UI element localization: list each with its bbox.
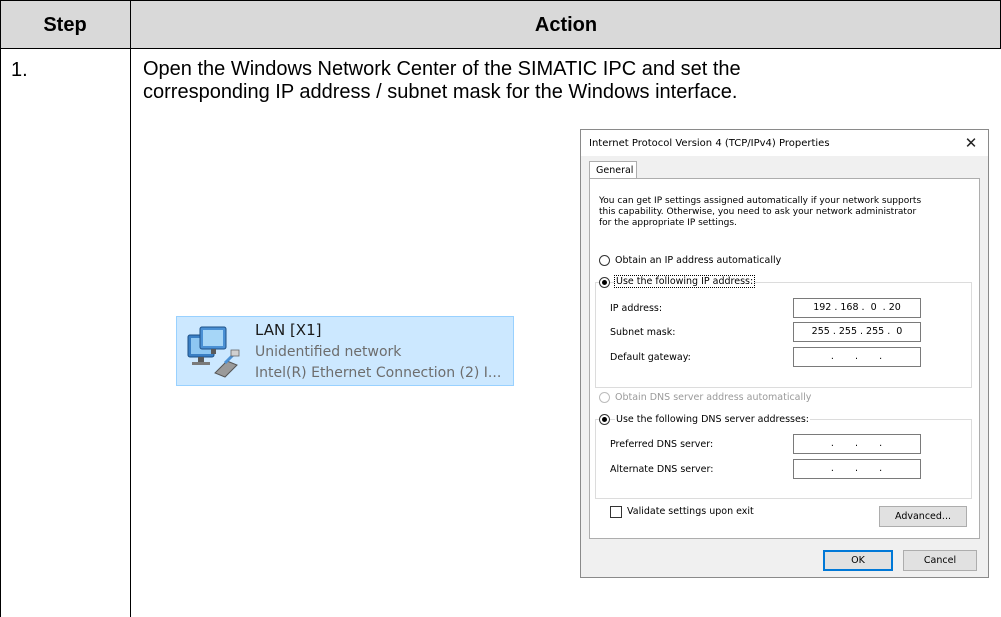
obtain-ip-auto-label[interactable]: Obtain an IP address automatically — [615, 255, 781, 266]
dialog-title-bar[interactable]: Internet Protocol Version 4 (TCP/IPv4) P… — [581, 130, 988, 156]
column-header-action: Action — [534, 14, 598, 36]
step-number: 1. — [11, 59, 28, 81]
ip-address-field[interactable]: 192 . 168 . 0 . 20 — [793, 298, 921, 318]
adapter-device-name: Intel(R) Ethernet Connection (2) I... — [255, 365, 502, 381]
use-following-ip-label[interactable]: Use the following IP address: — [613, 275, 756, 288]
column-header-step: Step — [43, 14, 87, 36]
advanced-button[interactable]: Advanced... — [879, 506, 967, 527]
validate-settings-checkbox[interactable] — [610, 506, 622, 518]
cancel-button[interactable]: Cancel — [903, 550, 977, 571]
default-gateway-field[interactable]: . . . — [793, 347, 921, 367]
default-gateway-label: Default gateway: — [610, 352, 691, 363]
dialog-title: Internet Protocol Version 4 (TCP/IPv4) P… — [589, 138, 830, 149]
close-icon[interactable]: ✕ — [960, 132, 982, 154]
obtain-dns-auto-label[interactable]: Obtain DNS server address automatically — [615, 392, 811, 403]
table-border-left — [0, 0, 1, 617]
alternate-dns-label: Alternate DNS server: — [610, 464, 714, 475]
ok-button[interactable]: OK — [823, 550, 893, 571]
ip-address-label: IP address: — [610, 303, 663, 314]
tab-general-label: General — [596, 165, 634, 176]
preferred-dns-field[interactable]: . . . — [793, 434, 921, 454]
alternate-dns-field[interactable]: . . . — [793, 459, 921, 479]
obtain-ip-auto-radio[interactable] — [599, 255, 610, 266]
lan-adapter-tile[interactable]: LAN [X1] Unidentified network Intel(R) E… — [176, 316, 514, 386]
tab-general[interactable]: General — [589, 161, 637, 179]
instruction-line-1: Open the Windows Network Center of the S… — [143, 58, 741, 80]
network-adapter-icon — [185, 323, 243, 381]
table-column-divider — [130, 0, 131, 617]
instruction-line-2: corresponding IP address / subnet mask f… — [143, 81, 738, 103]
ipv4-properties-dialog: Internet Protocol Version 4 (TCP/IPv4) P… — [580, 129, 989, 578]
table-header: Step Action — [0, 0, 1001, 49]
use-following-dns-radio[interactable] — [599, 414, 610, 425]
adapter-name: LAN [X1] — [255, 321, 322, 339]
use-following-dns-label[interactable]: Use the following DNS server addresses: — [615, 414, 810, 425]
subnet-mask-field[interactable]: 255 . 255 . 255 . 0 — [793, 322, 921, 342]
step-instruction: Open the Windows Network Center of the S… — [143, 58, 863, 104]
adapter-network-status: Unidentified network — [255, 344, 402, 360]
description-line-3: for the appropriate IP settings. — [599, 218, 737, 228]
description-line-2: this capability. Otherwise, you need to … — [599, 207, 917, 217]
dialog-description: You can get IP settings assigned automat… — [599, 196, 979, 229]
validate-settings-label[interactable]: Validate settings upon exit — [627, 506, 754, 517]
use-following-ip-radio[interactable] — [599, 277, 610, 288]
preferred-dns-label: Preferred DNS server: — [610, 439, 714, 450]
subnet-mask-label: Subnet mask: — [610, 327, 676, 338]
obtain-dns-auto-radio[interactable] — [599, 392, 610, 403]
description-line-1: You can get IP settings assigned automat… — [599, 196, 922, 206]
